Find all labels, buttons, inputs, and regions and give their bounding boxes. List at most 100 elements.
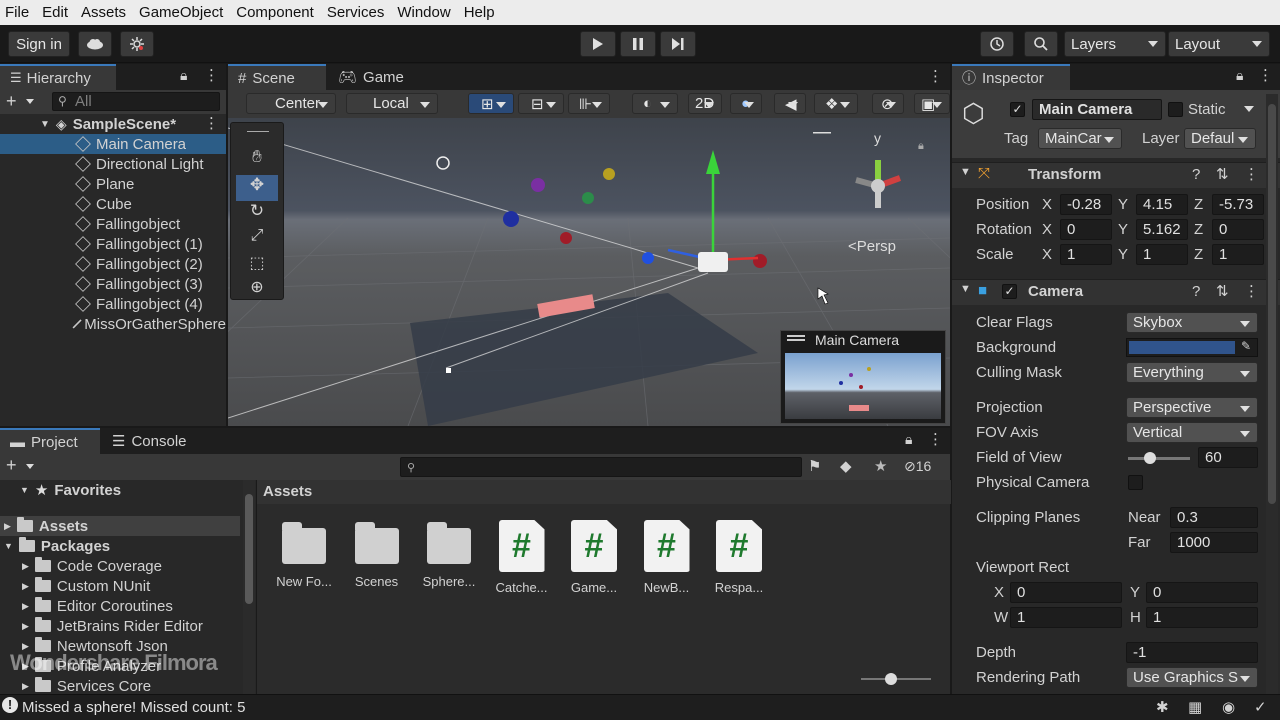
scale-x-field[interactable]: 1: [1060, 244, 1112, 265]
static-checkbox[interactable]: [1168, 102, 1183, 117]
tab-scene[interactable]: # Scene: [228, 64, 326, 90]
hierarchy-item[interactable]: Fallingobject (3): [0, 274, 226, 294]
label-filter-icon[interactable]: ◆: [840, 457, 852, 475]
scale-tool-icon[interactable]: ⤢: [236, 227, 278, 253]
move-tool-icon[interactable]: ✥: [236, 175, 278, 201]
layers-dropdown[interactable]: Layers: [1064, 31, 1166, 57]
visibility-toggle[interactable]: ⊘: [872, 93, 904, 114]
culling-mask-dropdown[interactable]: Everything: [1126, 362, 1258, 383]
play-button[interactable]: [580, 31, 616, 57]
menu-assets[interactable]: Assets: [76, 4, 134, 21]
tab-inspector[interactable]: ⓘ Inspector: [952, 64, 1070, 90]
viewport-w-field[interactable]: 1: [1010, 607, 1122, 628]
package-item[interactable]: ▶ JetBrains Rider Editor: [22, 616, 203, 636]
packages-item[interactable]: ▼ Packages: [4, 536, 110, 556]
increment-snap-button[interactable]: ⊟: [518, 93, 564, 114]
hidden-count[interactable]: ⊘16: [904, 458, 931, 475]
space-dropdown[interactable]: Local: [346, 93, 438, 114]
scene-root[interactable]: ▼ ◈ SampleScene* ⋮: [40, 114, 226, 134]
menu-window[interactable]: Window: [392, 4, 458, 21]
hierarchy-item[interactable]: Plane: [0, 174, 226, 194]
position-y-field[interactable]: 4.15: [1136, 194, 1188, 215]
help-icon[interactable]: ?: [1192, 283, 1200, 300]
project-search-input[interactable]: ⚲: [400, 457, 802, 477]
eyedropper-icon[interactable]: ✎: [1241, 339, 1251, 353]
near-field[interactable]: 0.3: [1170, 507, 1258, 528]
hierarchy-item[interactable]: Fallingobject (2): [0, 254, 226, 274]
more-icon[interactable]: ⋮: [928, 67, 943, 85]
scale-z-field[interactable]: 1: [1212, 244, 1264, 265]
scene-viewport[interactable]: y 🔒︎ <Persp ✋︎ ✥ ↻ ⤢ ⬚ ⊕ Main Camera: [228, 118, 950, 426]
hierarchy-item[interactable]: Fallingobject (4): [0, 294, 226, 314]
hierarchy-item[interactable]: Fallingobject: [0, 214, 226, 234]
object-name-field[interactable]: Main Camera: [1032, 99, 1162, 120]
tab-hierarchy[interactable]: ☰ Hierarchy: [0, 64, 116, 90]
viewport-x-field[interactable]: 0: [1010, 582, 1122, 603]
tab-console[interactable]: ☰ Console: [102, 428, 198, 454]
audio-toggle[interactable]: ◀: [774, 93, 806, 114]
lock-icon[interactable]: 🔒︎: [1236, 67, 1243, 84]
asset-item[interactable]: # Catche...: [484, 520, 560, 595]
package-item[interactable]: ▶ Editor Coroutines: [22, 596, 173, 616]
asset-item[interactable]: Sphere...: [411, 520, 487, 589]
fov-axis-dropdown[interactable]: Vertical: [1126, 422, 1258, 443]
rotation-x-field[interactable]: 0: [1060, 219, 1112, 240]
transform-tool-icon[interactable]: ⊕: [236, 277, 278, 299]
asset-item[interactable]: # Respa...: [701, 520, 777, 595]
projection-dropdown[interactable]: Perspective: [1126, 397, 1258, 418]
clear-flags-dropdown[interactable]: Skybox: [1126, 312, 1258, 333]
camera-dropdown[interactable]: ▣: [914, 93, 950, 114]
ruler-button[interactable]: ⊪: [568, 93, 610, 114]
drag-handle[interactable]: [787, 335, 805, 337]
help-icon[interactable]: ?: [1192, 166, 1200, 183]
tab-project[interactable]: ▬ Project: [0, 428, 100, 454]
ai-icon[interactable]: ◉: [1222, 698, 1235, 716]
chevron-down-icon[interactable]: [26, 99, 34, 104]
scrollbar-thumb[interactable]: [245, 494, 253, 604]
type-filter-icon[interactable]: ⚑: [808, 457, 821, 475]
lock-icon[interactable]: 🔒︎: [905, 431, 912, 448]
viewport-y-field[interactable]: 0: [1146, 582, 1258, 603]
layer-dropdown[interactable]: Defaul: [1184, 128, 1256, 149]
hierarchy-item[interactable]: Fallingobject (1): [0, 234, 226, 254]
presets-icon[interactable]: ⇅: [1216, 165, 1229, 183]
add-icon[interactable]: +: [6, 455, 17, 476]
tab-game[interactable]: 🎮︎ Game: [328, 64, 408, 90]
viewport-h-field[interactable]: 1: [1146, 607, 1258, 628]
menu-services[interactable]: Services: [322, 4, 393, 21]
hierarchy-item[interactable]: Main Camera: [0, 134, 226, 154]
more-icon[interactable]: ⋮: [204, 66, 219, 84]
pivot-dropdown[interactable]: Center: [246, 93, 336, 114]
fov-slider-thumb[interactable]: [1144, 452, 1157, 464]
tag-dropdown[interactable]: MainCar: [1038, 128, 1122, 149]
check-icon[interactable]: ✓: [1254, 698, 1267, 716]
lock-icon[interactable]: 🔒︎: [918, 140, 924, 153]
far-field[interactable]: 1000: [1170, 532, 1258, 553]
chevron-down-icon[interactable]: [26, 464, 34, 469]
position-z-field[interactable]: -5.73: [1212, 194, 1264, 215]
draw-mode-button[interactable]: ◐: [632, 93, 678, 114]
rotation-z-field[interactable]: 0: [1212, 219, 1264, 240]
add-icon[interactable]: +: [6, 91, 17, 112]
menu-gameobject[interactable]: GameObject: [134, 4, 231, 21]
mode-2d-button[interactable]: 2D: [688, 93, 722, 114]
rect-tool-icon[interactable]: ⬚: [236, 253, 278, 279]
asset-item[interactable]: # Game...: [556, 520, 632, 595]
transform-header[interactable]: ▼ ⤧ Transform ? ⇅ ⋮: [952, 162, 1280, 188]
asset-item[interactable]: Scenes: [339, 520, 415, 589]
scrollbar-thumb[interactable]: [1268, 104, 1276, 504]
position-x-field[interactable]: -0.28: [1060, 194, 1112, 215]
active-checkbox[interactable]: ✓: [1010, 102, 1025, 117]
inspector-scrollbar[interactable]: [1266, 94, 1278, 694]
more-icon[interactable]: ⋮: [1258, 66, 1273, 84]
fov-slider[interactable]: [1128, 452, 1190, 464]
layout-dropdown[interactable]: Layout: [1168, 31, 1270, 57]
hand-tool-icon[interactable]: ✋︎: [236, 147, 278, 173]
step-button[interactable]: [660, 31, 696, 57]
presets-icon[interactable]: ⇅: [1216, 282, 1229, 300]
background-color-field[interactable]: ✎: [1126, 338, 1258, 357]
package-item[interactable]: ▶ Custom NUnit: [22, 576, 150, 596]
package-item[interactable]: ▶ Services Core: [22, 676, 151, 694]
hierarchy-search-input[interactable]: All: [52, 92, 220, 111]
menu-edit[interactable]: Edit: [37, 4, 76, 21]
